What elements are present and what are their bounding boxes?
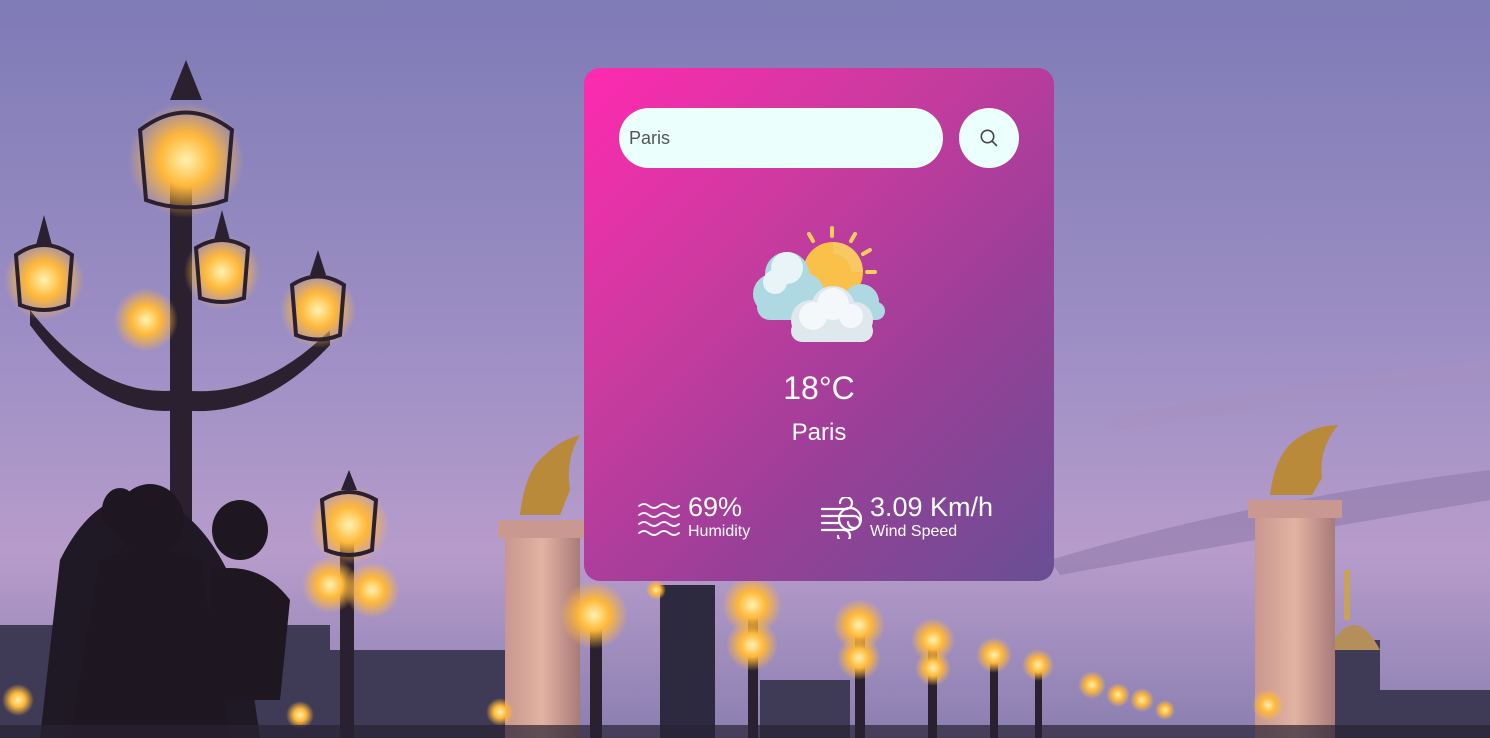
wind-speed-value: 3.09 Km/h — [870, 492, 994, 522]
city-name: Paris — [791, 419, 847, 446]
temperature: 18°C — [783, 370, 855, 406]
city-search-input[interactable] — [619, 108, 943, 168]
search-bar — [619, 108, 1019, 168]
wind-stat: 3.09 Km/h Wind Speed — [820, 492, 1020, 542]
weather-card: 18°C Paris 69% Humidity 3.09 Km/h Wind S… — [584, 68, 1054, 581]
search-icon — [980, 129, 998, 147]
humidity-value: 69% — [688, 492, 743, 522]
wind-speed-label: Wind Speed — [870, 523, 958, 540]
partly-cloudy-sun-icon — [751, 224, 887, 344]
wind-icon — [820, 497, 862, 539]
humidity-stat: 69% Humidity — [638, 492, 778, 542]
humidity-label: Humidity — [688, 523, 751, 540]
search-button[interactable] — [959, 108, 1019, 168]
humidity-waves-icon — [638, 503, 680, 536]
